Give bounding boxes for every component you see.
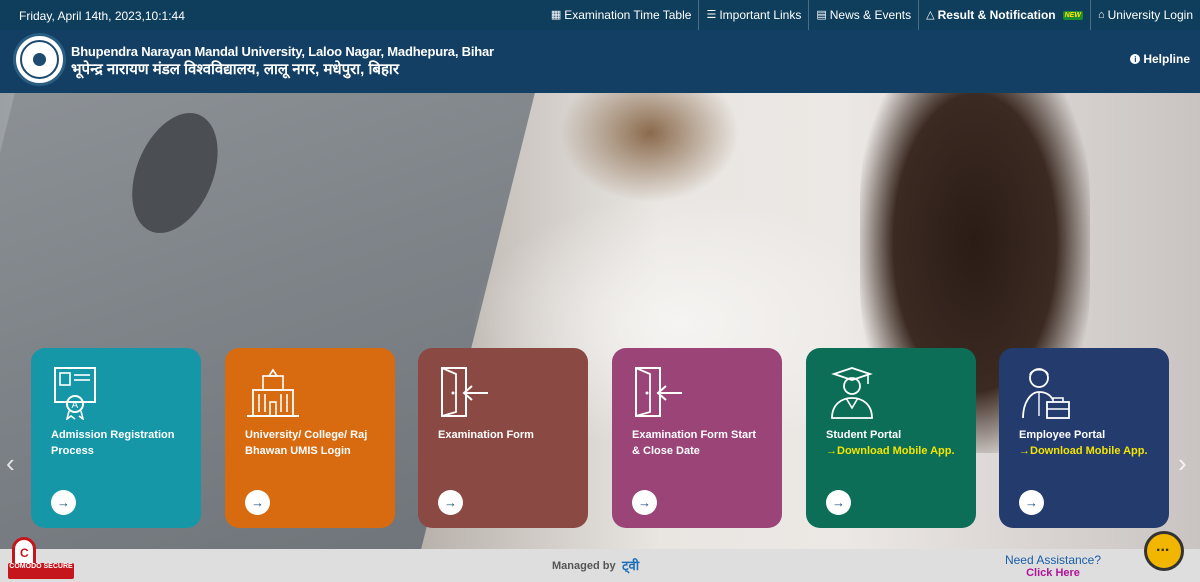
chat-support-icon[interactable] [1144,531,1184,571]
calendar-icon: ▦ [550,8,562,21]
comodo-secure-seal[interactable]: COMODO SECURE [8,537,78,581]
university-logo[interactable] [13,33,66,86]
umis-login-card[interactable]: University/ College/ Raj Bhawan UMIS Log… [225,348,395,528]
card-title: Examination Form Start & Close Date [632,429,757,457]
graduate-icon [831,367,873,419]
list-icon: ☰ [706,8,717,21]
university-login-link[interactable]: ⌂ University Login [1089,0,1200,30]
download-app-link[interactable]: →Download Mobile App. [1019,443,1154,459]
footer-bar: COMODO SECURE Managed by ट्वी Need Assis… [0,531,1200,582]
slider-prev-arrow[interactable]: ‹ [6,448,15,479]
exam-form-dates-card[interactable]: Examination Form Start & Close Date → [612,348,782,528]
login-door-icon [441,367,488,417]
card-arrow-button[interactable]: → [826,490,851,515]
result-notification-link[interactable]: △ Result & Notification NEW [918,0,1090,30]
exam-time-table-link[interactable]: ▦ Examination Time Table [544,0,699,30]
hero-banner: ‹ › A Admission Registration Process → U… [0,93,1200,549]
top-links: ▦ Examination Time Table ☰ Important Lin… [544,0,1200,30]
building-icon [247,368,299,417]
helpline-link[interactable]: i Helpline [1130,52,1190,66]
top-bar: Friday, April 14th, 2023,10:1:44 ▦ Exami… [0,0,1200,30]
university-name-hindi: भूपेन्द्र नारायण मंडल विश्वविद्यालय, लाल… [71,61,399,78]
date-time: Friday, April 14th, 2023,10:1:44 [19,9,185,23]
card-title: Employee Portal →Download Mobile App. [1019,427,1154,459]
news-events-link[interactable]: ▤ News & Events [808,0,918,30]
bank-icon: ⌂ [1097,8,1105,21]
slider-next-arrow[interactable]: › [1178,448,1187,479]
new-badge: NEW [1062,10,1083,20]
employee-icon [1022,368,1070,419]
newspaper-icon: ▤ [816,8,827,21]
info-icon: i [1130,54,1141,64]
examination-form-card[interactable]: Examination Form → [418,348,588,528]
download-app-link[interactable]: →Download Mobile App. [826,443,961,459]
card-arrow-button[interactable]: → [1019,490,1044,515]
need-assistance-link[interactable]: Need Assistance? Click Here [1003,553,1103,579]
card-title: Admission Registration Process [51,429,175,457]
card-title: Student Portal →Download Mobile App. [826,427,961,459]
employee-portal-card[interactable]: Employee Portal →Download Mobile App. → [999,348,1169,528]
card-title: University/ College/ Raj Bhawan UMIS Log… [245,429,368,457]
student-portal-card[interactable]: Student Portal →Download Mobile App. → [806,348,976,528]
svg-text:A: A [72,400,79,411]
login-door-icon [635,367,682,417]
card-arrow-button[interactable]: → [632,490,657,515]
card-title: Examination Form [438,429,534,441]
card-arrow-button[interactable]: → [245,490,270,515]
university-name-english: Bhupendra Narayan Mandal University, Lal… [71,44,494,59]
certificate-icon: A [54,367,96,420]
bell-icon: △ [926,8,935,21]
managed-by-label: Managed by [552,560,616,572]
card-arrow-button[interactable]: → [51,490,76,515]
admission-registration-card[interactable]: A Admission Registration Process → [31,348,201,528]
site-header: Bhupendra Narayan Mandal University, Lal… [0,30,1200,93]
important-links-link[interactable]: ☰ Important Links [698,0,808,30]
card-arrow-button[interactable]: → [438,490,463,515]
managed-by-logo[interactable]: ट्वी [622,556,639,574]
